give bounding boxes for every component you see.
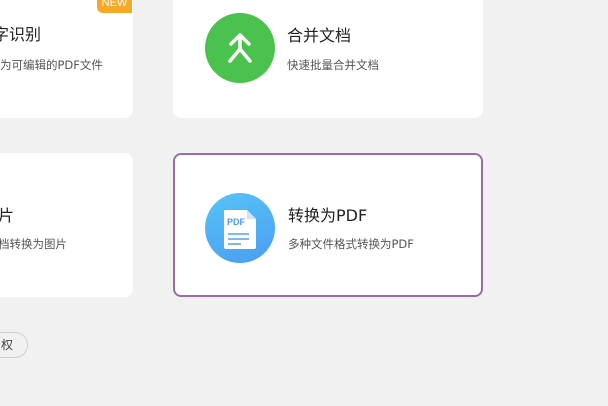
ocr-title: 字识别 xyxy=(0,25,42,44)
new-badge: NEW xyxy=(97,0,132,13)
permission-button[interactable]: 权 xyxy=(0,332,28,358)
merge-card[interactable]: 合并文档 快速批量合并文档 xyxy=(173,0,483,118)
pdf-icon-label: PDF xyxy=(227,217,245,227)
merge-title: 合并文档 xyxy=(287,26,352,45)
pdf-document-icon: PDF xyxy=(205,193,275,263)
to-pdf-title: 转换为PDF xyxy=(288,206,368,225)
to-image-card[interactable]: 片 档转换为图片 xyxy=(0,153,133,297)
to-pdf-card[interactable]: PDF 转换为PDF 多种文件格式转换为PDF xyxy=(173,153,483,297)
ocr-card[interactable]: NEW 字识别 为可编辑的PDF文件 xyxy=(0,0,133,118)
tool-grid: NEW 字识别 为可编辑的PDF文件 合并文档 快速批量合并文档 片 档转换为图… xyxy=(0,0,608,406)
ocr-desc: 为可编辑的PDF文件 xyxy=(0,58,103,72)
to-pdf-desc: 多种文件格式转换为PDF xyxy=(288,237,414,251)
to-image-title: 片 xyxy=(0,206,15,225)
merge-icon xyxy=(205,13,275,83)
merge-desc: 快速批量合并文档 xyxy=(287,58,379,72)
to-image-desc: 档转换为图片 xyxy=(0,237,67,251)
